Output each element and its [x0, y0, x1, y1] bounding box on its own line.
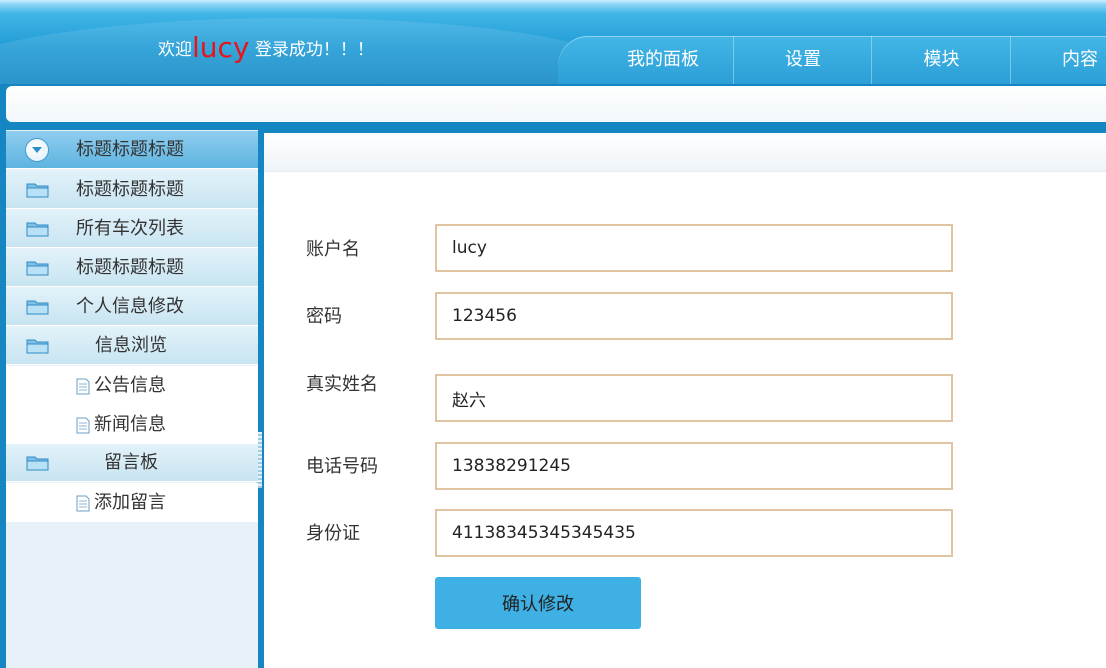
sidebar-item-profile[interactable]: 个人信息修改: [6, 288, 258, 326]
welcome-prefix: 欢迎: [158, 40, 192, 60]
real-name-input[interactable]: [435, 374, 953, 422]
folder-icon: [26, 300, 49, 315]
folder-icon: [26, 183, 49, 198]
confirm-edit-button[interactable]: 确认修改: [435, 577, 641, 629]
folder-icon: [26, 339, 49, 354]
sidebar-subitem-announcements[interactable]: 公告信息: [6, 366, 258, 405]
password-input[interactable]: [435, 292, 953, 340]
sidebar-item-guestbook[interactable]: 留言板: [6, 444, 258, 482]
welcome-suffix: 登录成功！！！: [254, 40, 374, 60]
id-card-input[interactable]: [435, 509, 953, 557]
top-nav: 我的面板 设置 模块 内容: [558, 36, 1106, 84]
sidebar-divider: [258, 130, 264, 668]
sidebar-item-label: 标题标题标题: [76, 257, 184, 278]
folder-icon: [26, 222, 49, 237]
sidebar-item-title[interactable]: 标题标题标题: [6, 171, 258, 209]
top-header: 欢迎lucy 登录成功！！！ 我的面板 设置 模块 内容: [0, 0, 1106, 84]
folder-icon: [26, 261, 49, 276]
nav-item-dashboard[interactable]: 我的面板: [593, 36, 733, 84]
sidebar-item-label: 标题标题标题: [76, 179, 184, 200]
nav-item-settings[interactable]: 设置: [733, 36, 872, 84]
sidebar-item-header[interactable]: 标题标题标题: [6, 131, 258, 169]
welcome-message: 欢迎lucy 登录成功！！！: [158, 28, 374, 68]
document-icon: [76, 378, 90, 395]
sidebar-subitem-label: 添加留言: [94, 492, 166, 513]
real-name-label: 真实姓名: [306, 374, 378, 395]
id-card-label: 身份证: [306, 523, 360, 544]
folder-icon: [26, 456, 49, 471]
document-icon: [76, 417, 90, 434]
chevron-down-circle-icon: [26, 139, 48, 161]
sidebar-subitem-news[interactable]: 新闻信息: [6, 405, 258, 444]
sidebar-item-label: 个人信息修改: [76, 296, 184, 317]
nav-item-content[interactable]: 内容: [1010, 36, 1106, 84]
sidebar-subitem-add-message[interactable]: 添加留言: [6, 483, 258, 522]
password-label: 密码: [306, 306, 342, 327]
account-label: 账户名: [306, 239, 360, 260]
nav-item-modules[interactable]: 模块: [871, 36, 1011, 84]
content-header-bar: [264, 130, 1106, 172]
sidebar-subitem-label: 新闻信息: [94, 414, 166, 435]
phone-label: 电话号码: [306, 456, 378, 477]
sidebar-item-label: 标题标题标题: [76, 139, 184, 160]
current-username: lucy: [192, 31, 250, 64]
sidebar-item-title-2[interactable]: 标题标题标题: [6, 249, 258, 287]
sidebar-item-label: 所有车次列表: [76, 218, 184, 239]
sidebar-item-browse[interactable]: 信息浏览: [6, 327, 258, 365]
sidebar-item-label: 留言板: [104, 452, 158, 473]
sidebar-item-label: 信息浏览: [95, 335, 167, 356]
sidebar-item-trains[interactable]: 所有车次列表: [6, 210, 258, 248]
phone-input[interactable]: [435, 442, 953, 490]
sidebar-subitem-label: 公告信息: [94, 375, 166, 396]
toolbar-strip: [6, 86, 1106, 122]
document-icon: [76, 495, 90, 512]
account-input[interactable]: [435, 224, 953, 272]
